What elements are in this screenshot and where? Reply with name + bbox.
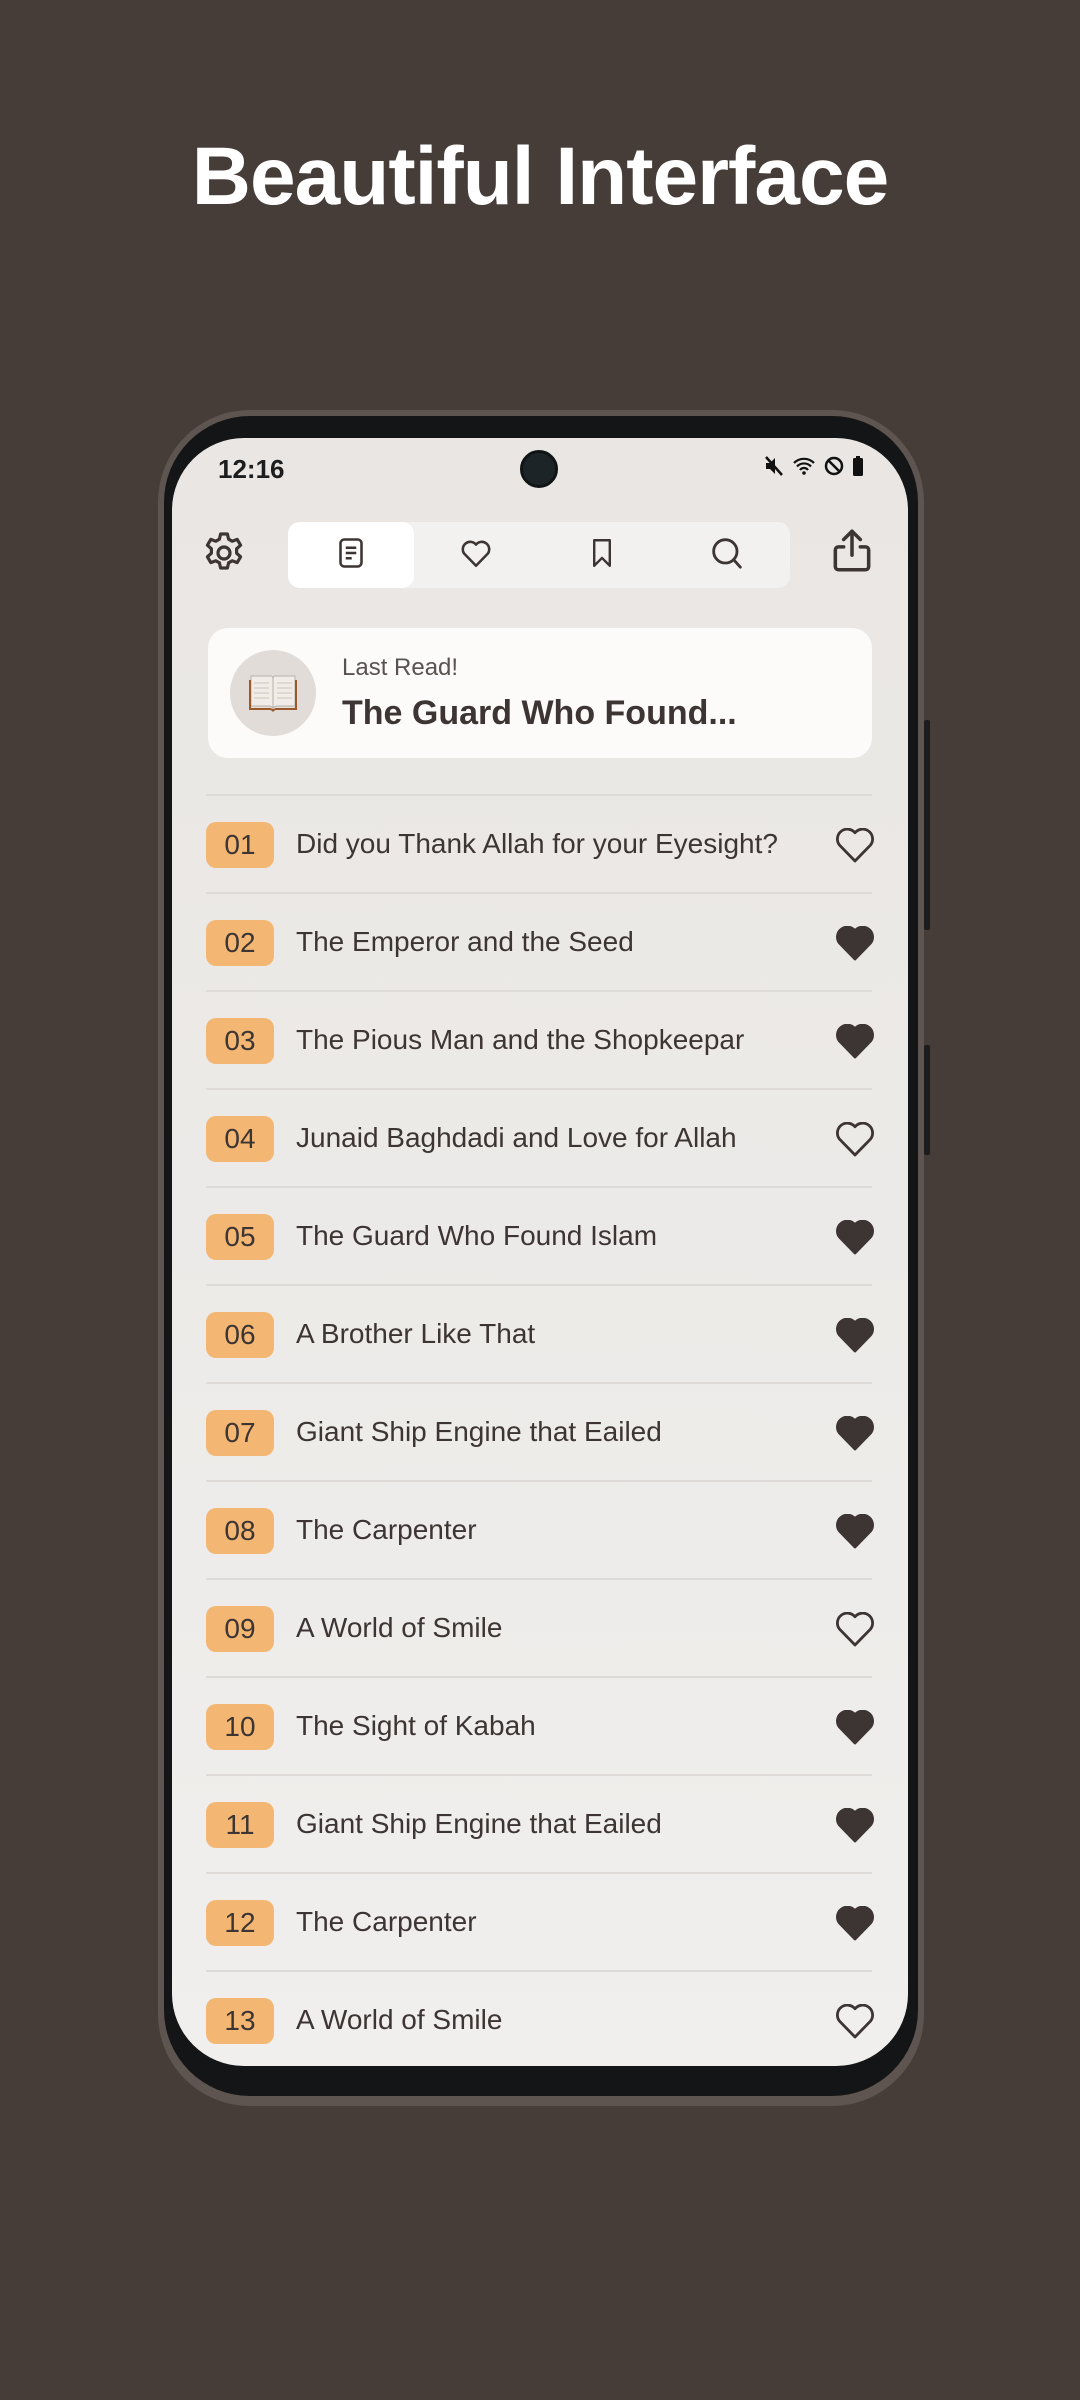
heart-filled-icon: [836, 1807, 874, 1843]
story-title: The Carpenter: [296, 1906, 477, 1937]
last-read-card[interactable]: Last Read! The Guard Who Found...: [208, 628, 872, 758]
search-icon: [707, 533, 747, 578]
favorite-toggle[interactable]: [836, 1513, 874, 1549]
story-title: The Carpenter: [296, 1514, 477, 1545]
story-number-badge: 02: [206, 920, 274, 966]
story-title: A World of Smile: [296, 2004, 503, 2035]
heart-icon: [457, 535, 495, 576]
heart-outline-icon: [836, 1611, 874, 1647]
story-number-badge: 13: [206, 1998, 274, 2044]
story-title: Did you Thank Allah for your Eyesight?: [296, 828, 778, 859]
top-toolbar: [172, 520, 908, 590]
gear-icon: [200, 529, 248, 582]
story-number-badge: 12: [206, 1900, 274, 1946]
nav-tabs: [288, 522, 790, 588]
story-number-badge: 01: [206, 822, 274, 868]
favorite-toggle[interactable]: [836, 1807, 874, 1843]
headline: Beautiful Interface: [191, 131, 889, 222]
story-number-badge: 10: [206, 1704, 274, 1750]
story-number-badge: 04: [206, 1116, 274, 1162]
story-row[interactable]: 03 The Pious Man and the Shopkeepar: [206, 990, 874, 1088]
status-bar: 12:16: [172, 438, 908, 498]
heart-filled-icon: [836, 925, 874, 961]
heart-filled-icon: [836, 1219, 874, 1255]
status-icons: [764, 455, 864, 477]
story-title: A Brother Like That: [296, 1318, 536, 1349]
story-number-badge: 08: [206, 1508, 274, 1554]
story-row[interactable]: 11 Giant Ship Engine that Eailed: [206, 1774, 874, 1872]
last-read-title: The Guard Who Found...: [342, 694, 737, 732]
story-row[interactable]: 02 The Emperor and the Seed: [206, 892, 874, 990]
power-button: [924, 1045, 930, 1155]
story-title: A World of Smile: [296, 1612, 503, 1643]
battery-icon: [852, 456, 864, 476]
story-title: The Sight of Kabah: [296, 1710, 536, 1741]
favorite-toggle[interactable]: [836, 1415, 874, 1451]
favorite-toggle[interactable]: [836, 827, 874, 863]
story-title: Giant Ship Engine that Eailed: [296, 1416, 662, 1447]
favorite-toggle[interactable]: [836, 1219, 874, 1255]
favorite-toggle[interactable]: [836, 1611, 874, 1647]
heart-outline-icon: [836, 1121, 874, 1157]
wifi-icon: [792, 456, 816, 476]
story-list: 01 Did you Thank Allah for your Eyesight…: [206, 794, 874, 2066]
story-number-badge: 03: [206, 1018, 274, 1064]
story-title: Junaid Baghdadi and Love for Allah: [296, 1122, 737, 1153]
story-number-badge: 06: [206, 1312, 274, 1358]
heart-outline-icon: [836, 827, 874, 863]
mute-icon: [764, 455, 784, 477]
story-row[interactable]: 06 A Brother Like That: [206, 1284, 874, 1382]
heart-filled-icon: [836, 1905, 874, 1941]
favorite-toggle[interactable]: [836, 1709, 874, 1745]
heart-outline-icon: [836, 2003, 874, 2039]
status-time: 12:16: [218, 454, 285, 484]
story-title: The Guard Who Found Islam: [296, 1220, 658, 1251]
open-book-icon: [248, 670, 298, 717]
favorite-toggle[interactable]: [836, 1317, 874, 1353]
front-camera: [520, 450, 558, 488]
settings-button[interactable]: [196, 527, 252, 583]
heart-filled-icon: [836, 1317, 874, 1353]
story-number-badge: 07: [206, 1410, 274, 1456]
tab-search[interactable]: [665, 522, 791, 588]
story-row[interactable]: 08 The Carpenter: [206, 1480, 874, 1578]
story-row[interactable]: 01 Did you Thank Allah for your Eyesight…: [206, 794, 874, 892]
share-button[interactable]: [824, 525, 880, 581]
bookmark-icon: [585, 534, 619, 577]
heart-filled-icon: [836, 1513, 874, 1549]
favorite-toggle[interactable]: [836, 925, 874, 961]
tab-favorites[interactable]: [414, 522, 540, 588]
book-avatar: [230, 650, 316, 736]
heart-filled-icon: [836, 1023, 874, 1059]
heart-filled-icon: [836, 1415, 874, 1451]
favorite-toggle[interactable]: [836, 1023, 874, 1059]
story-title: The Emperor and the Seed: [296, 926, 634, 957]
volume-button: [924, 720, 930, 930]
story-row[interactable]: 13 A World of Smile: [206, 1970, 874, 2066]
story-number-badge: 09: [206, 1606, 274, 1652]
story-row[interactable]: 07 Giant Ship Engine that Eailed: [206, 1382, 874, 1480]
story-number-badge: 11: [206, 1802, 274, 1848]
heart-filled-icon: [836, 1709, 874, 1745]
document-list-icon: [333, 534, 369, 577]
story-row[interactable]: 12 The Carpenter: [206, 1872, 874, 1970]
story-row[interactable]: 04 Junaid Baghdadi and Love for Allah: [206, 1088, 874, 1186]
favorite-toggle[interactable]: [836, 1905, 874, 1941]
tab-list[interactable]: [288, 522, 414, 588]
story-row[interactable]: 05 The Guard Who Found Islam: [206, 1186, 874, 1284]
do-not-disturb-icon: [824, 456, 844, 476]
favorite-toggle[interactable]: [836, 1121, 874, 1157]
story-title: The Pious Man and the Shopkeepar: [296, 1024, 745, 1055]
app-screen: 12:16 Last Read! The Guard Who Found... …: [172, 438, 908, 2066]
story-row[interactable]: 09 A World of Smile: [206, 1578, 874, 1676]
share-icon: [827, 526, 877, 581]
story-number-badge: 05: [206, 1214, 274, 1260]
story-row[interactable]: 10 The Sight of Kabah: [206, 1676, 874, 1774]
last-read-label: Last Read!: [342, 654, 459, 681]
story-title: Giant Ship Engine that Eailed: [296, 1808, 662, 1839]
favorite-toggle[interactable]: [836, 2003, 874, 2039]
tab-bookmarks[interactable]: [539, 522, 665, 588]
